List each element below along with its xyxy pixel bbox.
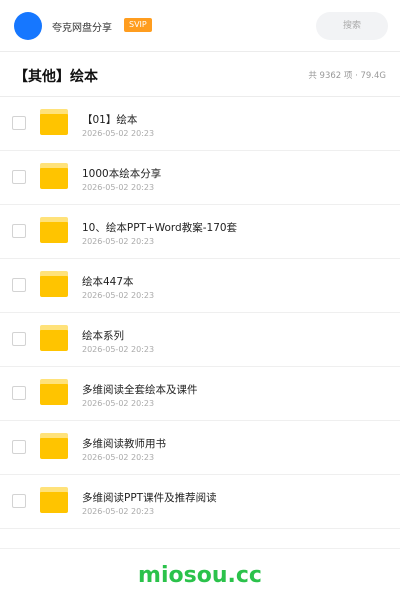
list-item[interactable]: 10、绘本PPT+Word教案-170套 2026-05-02 20:23	[0, 205, 400, 259]
list-item[interactable]: 1000本绘本分享 2026-05-02 20:23	[0, 151, 400, 205]
file-date: 2026-05-02 20:23	[82, 237, 155, 246]
file-date: 2026-05-02 20:23	[82, 399, 155, 408]
app-name: 夸克网盘分享	[52, 23, 112, 34]
file-name[interactable]: 10、绘本PPT+Word教案-170套	[82, 220, 237, 235]
file-date: 2026-05-02 20:23	[82, 183, 155, 192]
site-watermark: miosou.cc	[138, 563, 262, 588]
folder-icon	[40, 379, 68, 405]
file-date: 2026-05-02 20:23	[82, 345, 155, 354]
list-item[interactable]: 多维阅读教师用书 2026-05-02 20:23	[0, 421, 400, 475]
file-name[interactable]: 绘本系列	[82, 328, 124, 343]
select-checkbox[interactable]	[12, 278, 26, 292]
select-checkbox[interactable]	[12, 224, 26, 238]
page-header: 【其他】绘本 共 9362 项 · 79.4G	[0, 52, 400, 97]
item-count-size: 共 9362 项 · 79.4G	[308, 71, 386, 81]
select-checkbox[interactable]	[12, 332, 26, 346]
list-item[interactable]: 多维阅读PPT课件及推荐阅读 2026-05-02 20:23	[0, 475, 400, 529]
select-checkbox[interactable]	[12, 440, 26, 454]
file-name[interactable]: 多维阅读PPT课件及推荐阅读	[82, 490, 217, 505]
folder-icon	[40, 217, 68, 243]
list-item[interactable]: 多维阅读全套绘本及课件 2026-05-02 20:23	[0, 367, 400, 421]
folder-icon	[40, 487, 68, 513]
svip-badge: SVIP	[124, 18, 152, 32]
file-name[interactable]: 1000本绘本分享	[82, 166, 161, 181]
select-checkbox[interactable]	[12, 170, 26, 184]
file-date: 2026-05-02 20:23	[82, 291, 155, 300]
file-name[interactable]: 绘本447本	[82, 274, 134, 289]
folder-icon	[40, 271, 68, 297]
file-name[interactable]: 多维阅读全套绘本及课件	[82, 382, 198, 397]
list-item[interactable]: 【01】绘本 2026-05-02 20:23	[0, 97, 400, 151]
folder-icon	[40, 325, 68, 351]
page-title: 【其他】绘本	[14, 69, 98, 85]
search-input[interactable]: 搜索	[316, 12, 388, 40]
file-list: 【01】绘本 2026-05-02 20:23 1000本绘本分享 2026-0…	[0, 97, 400, 529]
footer: miosou.cc	[0, 548, 400, 600]
folder-icon	[40, 109, 68, 135]
avatar[interactable]	[14, 12, 42, 40]
list-item[interactable]: 绘本447本 2026-05-02 20:23	[0, 259, 400, 313]
select-checkbox[interactable]	[12, 386, 26, 400]
folder-icon	[40, 163, 68, 189]
file-date: 2026-05-02 20:23	[82, 507, 155, 516]
file-name[interactable]: 多维阅读教师用书	[82, 436, 166, 451]
select-checkbox[interactable]	[12, 116, 26, 130]
folder-icon	[40, 433, 68, 459]
top-bar: 夸克网盘分享 SVIP 搜索	[0, 0, 400, 52]
select-checkbox[interactable]	[12, 494, 26, 508]
file-date: 2026-05-02 20:23	[82, 129, 155, 138]
file-name[interactable]: 【01】绘本	[82, 112, 137, 127]
list-item[interactable]: 绘本系列 2026-05-02 20:23	[0, 313, 400, 367]
file-date: 2026-05-02 20:23	[82, 453, 155, 462]
